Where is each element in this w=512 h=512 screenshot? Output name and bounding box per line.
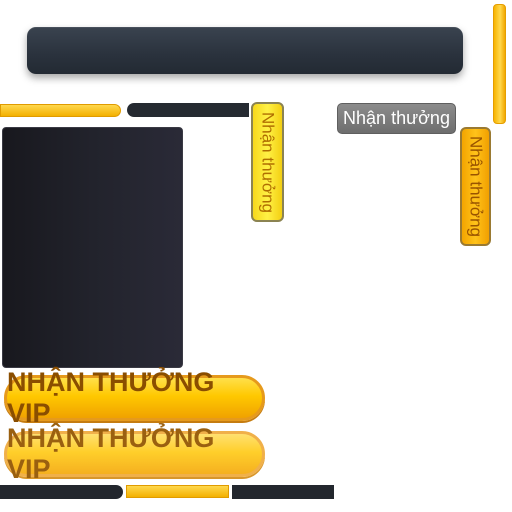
vip-reward-label: NHẬN THƯỞNG VIP bbox=[7, 423, 215, 484]
content-panel bbox=[2, 127, 183, 368]
claim-reward-vertical-button[interactable]: Nhận thưởng bbox=[251, 102, 284, 222]
progress-bar-fill bbox=[0, 104, 121, 117]
claim-vip-reward-button[interactable]: NHẬN THƯỞNG VIP bbox=[4, 367, 265, 428]
bottom-bar-track bbox=[0, 485, 123, 499]
vip-reward-label: NHẬN THƯỞNG VIP bbox=[7, 367, 215, 428]
claim-reward-vertical-button-orange[interactable]: Nhận thưởng bbox=[460, 127, 491, 246]
claim-vip-reward-button-pressed[interactable]: NHẬN THƯỞNG VIP bbox=[4, 423, 265, 484]
claim-reward-label: Nhận thưởng bbox=[343, 108, 450, 128]
progress-bar-track bbox=[127, 103, 249, 117]
claim-reward-disabled-button[interactable]: Nhận thưởng bbox=[337, 103, 456, 134]
bottom-bar-fill bbox=[126, 485, 229, 498]
top-header-panel bbox=[27, 27, 463, 74]
claim-reward-label: Nhận thưởng bbox=[258, 111, 278, 213]
claim-reward-label: Nhận thưởng bbox=[466, 136, 486, 237]
bottom-bar-track-right bbox=[232, 485, 334, 499]
vertical-progress-bar bbox=[493, 4, 506, 124]
